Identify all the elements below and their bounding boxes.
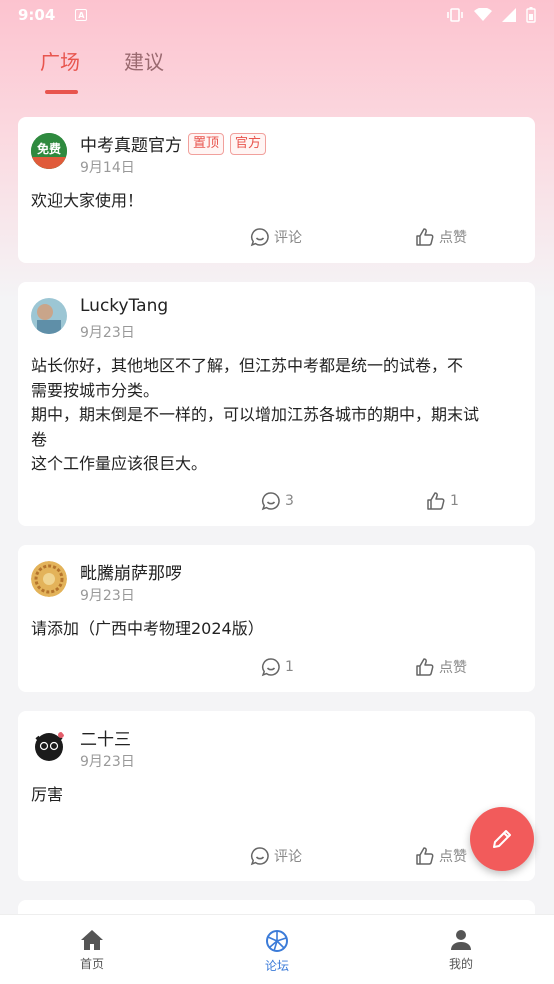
- thumbs-up-icon: [416, 658, 434, 676]
- notification-a-icon: A: [75, 9, 88, 21]
- post-card[interactable]: 毗騰崩萨那啰 9月23日 请添加（广西中考物理2024版） 1 点赞: [18, 545, 535, 692]
- comment-icon: [261, 658, 280, 677]
- content-line: 期中，期末倒是不一样的，可以增加江苏各城市的期中，期末试: [31, 405, 480, 424]
- author-name[interactable]: 毗騰崩萨那啰: [80, 559, 182, 584]
- comment-button[interactable]: 3: [261, 491, 294, 511]
- like-count: 点赞: [439, 849, 467, 865]
- post-author: 中考真题官方 置顶 官方: [80, 131, 267, 156]
- comment-icon: [250, 228, 269, 247]
- compose-post-button[interactable]: [470, 807, 534, 871]
- comment-count: 3: [285, 493, 294, 509]
- nav-label: 首页: [79, 957, 104, 971]
- comment-button[interactable]: 1: [261, 657, 294, 677]
- post-card[interactable]: 二十三 9月23日 厉害 评论 点赞: [18, 711, 535, 881]
- avatar-image: 免费: [31, 133, 67, 169]
- post-content: 欢迎大家使用！: [31, 191, 144, 210]
- like-count: 点赞: [439, 660, 467, 676]
- post-date: 9月14日: [80, 160, 135, 176]
- post-date: 9月23日: [80, 325, 135, 341]
- wifi-icon: [474, 8, 492, 21]
- content-line: 需要按城市分类。: [31, 380, 160, 400]
- author-name[interactable]: 中考真题官方: [80, 131, 182, 156]
- avatar-image: [31, 298, 67, 334]
- official-badge: 官方: [230, 132, 267, 155]
- forum-icon: [266, 930, 288, 952]
- post-card[interactable]: LuckyTang 9月23日 站长你好，其他地区不了解，但江苏中考都是统一的试…: [18, 282, 535, 526]
- post-author: 二十三: [80, 725, 131, 750]
- like-button[interactable]: 点赞: [415, 846, 467, 866]
- thumbs-up-icon: [427, 492, 445, 510]
- like-button[interactable]: 点赞: [415, 657, 467, 677]
- comment-icon: [250, 847, 269, 866]
- vibrate-icon: [447, 8, 463, 22]
- like-count: 点赞: [439, 230, 467, 246]
- thumbs-up-icon: [416, 847, 434, 865]
- bottom-nav: 首页 论坛 我的: [0, 914, 554, 984]
- post-content: 厉害: [31, 785, 64, 804]
- signal-icon: [502, 8, 516, 22]
- comment-count: 评论: [274, 849, 302, 865]
- comment-count: 1: [285, 659, 294, 675]
- avatar-image: [31, 561, 67, 597]
- status-bar: 9:04 A: [0, 0, 554, 30]
- nav-label: 论坛: [264, 959, 289, 973]
- nav-item-forum[interactable]: 论坛: [237, 929, 317, 974]
- nav-item-profile[interactable]: 我的: [421, 929, 501, 972]
- post-date: 9月23日: [80, 754, 135, 770]
- like-button[interactable]: 1: [426, 491, 459, 511]
- content-line: 站长你好，其他地区不了解，但江苏中考都是统一的试卷，不: [31, 356, 464, 375]
- post-card[interactable]: 免费 中考真题官方 置顶 官方 9月14日 欢迎大家使用！ 评论 点赞: [18, 117, 535, 263]
- battery-icon: [526, 7, 536, 23]
- comment-button[interactable]: 评论: [250, 227, 302, 247]
- tab-square[interactable]: 广场: [40, 46, 80, 75]
- content-line: 卷: [31, 429, 48, 449]
- active-tab-indicator: [45, 90, 78, 94]
- avatar-text: 免费: [37, 141, 61, 156]
- avatar[interactable]: [31, 727, 67, 763]
- post-author: 毗騰崩萨那啰: [80, 559, 182, 584]
- avatar[interactable]: 免费: [31, 133, 67, 169]
- pinned-badge: 置顶: [188, 132, 225, 155]
- like-button[interactable]: 点赞: [415, 227, 467, 247]
- status-icons: [446, 7, 536, 23]
- top-tabs: 广场 建议: [0, 46, 554, 96]
- tab-suggestions[interactable]: 建议: [124, 46, 164, 75]
- avatar-image: [31, 727, 67, 763]
- avatar[interactable]: [31, 298, 67, 334]
- author-name[interactable]: 二十三: [80, 725, 131, 750]
- status-time: 9:04: [18, 6, 56, 24]
- thumbs-up-icon: [416, 228, 434, 246]
- nav-item-home[interactable]: 首页: [52, 929, 132, 972]
- avatar[interactable]: [31, 561, 67, 597]
- post-content: 请添加（广西中考物理2024版）: [31, 619, 264, 638]
- comment-button[interactable]: 评论: [250, 846, 302, 866]
- nav-label: 我的: [448, 957, 473, 971]
- post-author: LuckyTang: [80, 296, 168, 316]
- home-icon: [81, 930, 103, 950]
- profile-icon: [451, 930, 471, 950]
- pencil-icon: [493, 830, 511, 848]
- content-line: 这个工作量应该很巨大。: [31, 454, 208, 473]
- author-name[interactable]: LuckyTang: [80, 296, 168, 316]
- comment-icon: [261, 492, 280, 511]
- post-date: 9月23日: [80, 588, 135, 604]
- post-content: 站长你好，其他地区不了解，但江苏中考都是统一的试卷，不 需要按城市分类。 期中，…: [31, 354, 526, 477]
- like-count: 1: [450, 493, 459, 509]
- comment-count: 评论: [274, 230, 302, 246]
